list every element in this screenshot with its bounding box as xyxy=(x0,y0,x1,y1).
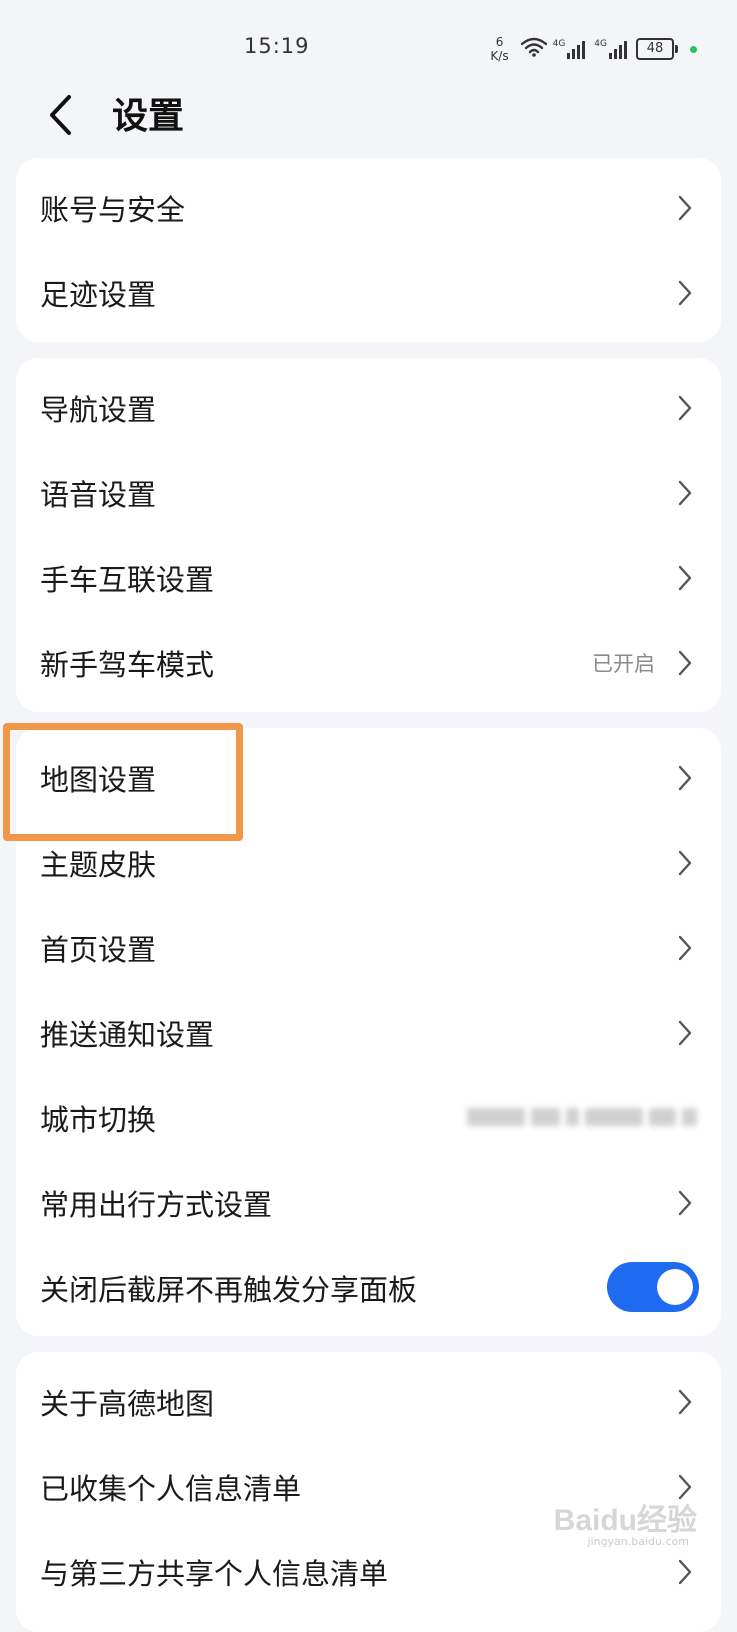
wifi-icon xyxy=(520,37,547,61)
cellular-signal-icon: 4G xyxy=(594,39,630,59)
settings-item-label: 已收集个人信息清单 xyxy=(40,1471,302,1506)
settings-item-phone-car-link[interactable]: 手车互联设置 xyxy=(16,535,721,620)
settings-item-label: 关于高德地图 xyxy=(40,1386,215,1421)
settings-group-navigation: 导航设置 语音设置 手车互联设置 新手驾车模式 已开启 xyxy=(16,358,721,712)
chevron-right-icon xyxy=(677,394,693,422)
settings-item-label: 手车互联设置 xyxy=(40,562,215,597)
settings-item-voice[interactable]: 语音设置 xyxy=(16,450,721,535)
page-header: 设置 xyxy=(0,90,737,160)
settings-item-label: 首页设置 xyxy=(40,932,157,967)
screenshot-share-toggle[interactable] xyxy=(607,1262,699,1312)
settings-item-novice-driving[interactable]: 新手驾车模式 已开启 xyxy=(16,620,721,705)
settings-item-account-security[interactable]: 账号与安全 xyxy=(16,165,721,250)
settings-item-city-switch[interactable]: 城市切换 xyxy=(16,1075,721,1160)
status-dot-icon xyxy=(690,45,697,53)
back-button[interactable] xyxy=(38,92,82,142)
settings-item-theme-skin[interactable]: 主题皮肤 xyxy=(16,820,721,905)
cellular-signal-icon: 4G xyxy=(553,39,589,59)
toggle-knob xyxy=(657,1269,693,1305)
settings-item-label: 语音设置 xyxy=(40,477,157,512)
settings-item-status: 已开启 xyxy=(592,651,655,676)
baidu-watermark: Baidu经验 xyxy=(553,1504,697,1537)
settings-item-label: 地图设置 xyxy=(40,762,157,797)
settings-item-label: 足迹设置 xyxy=(40,277,157,312)
chevron-right-icon xyxy=(677,1388,693,1416)
signal-label: 4G xyxy=(594,39,607,49)
settings-group-account: 账号与安全 足迹设置 xyxy=(16,158,721,342)
chevron-right-icon xyxy=(677,194,693,222)
status-bar: 15:19 6 K/s 4G 4G 48 xyxy=(0,0,737,90)
chevron-right-icon xyxy=(677,1558,693,1586)
chevron-right-icon xyxy=(677,479,693,507)
chevron-left-icon xyxy=(47,94,73,140)
net-speed-value: 6 xyxy=(495,35,504,49)
settings-item-label: 关闭后截屏不再触发分享面板 xyxy=(40,1272,418,1307)
chevron-right-icon xyxy=(677,849,693,877)
settings-item-push-notifications[interactable]: 推送通知设置 xyxy=(16,990,721,1075)
net-speed: 6 K/s xyxy=(490,35,508,63)
battery-icon: 48 xyxy=(636,38,678,60)
settings-item-label: 新手驾车模式 xyxy=(40,647,215,682)
status-time: 15:19 xyxy=(244,34,310,58)
chevron-right-icon xyxy=(677,764,693,792)
settings-group-about: 关于高德地图 已收集个人信息清单 与第三方共享个人信息清单 xyxy=(16,1352,721,1632)
settings-item-travel-mode[interactable]: 常用出行方式设置 xyxy=(16,1160,721,1245)
chevron-right-icon xyxy=(677,564,693,592)
status-icons: 6 K/s 4G 4G 48 xyxy=(490,34,697,64)
blurred-city-value xyxy=(467,1103,697,1131)
settings-item-label: 账号与安全 xyxy=(40,192,186,227)
chevron-right-icon xyxy=(677,279,693,307)
settings-item-label: 推送通知设置 xyxy=(40,1017,215,1052)
settings-item-label: 城市切换 xyxy=(40,1102,157,1137)
settings-item-about[interactable]: 关于高德地图 xyxy=(16,1359,721,1444)
chevron-right-icon xyxy=(677,649,693,677)
settings-item-homepage[interactable]: 首页设置 xyxy=(16,905,721,990)
settings-item-label: 常用出行方式设置 xyxy=(40,1187,273,1222)
baidu-watermark-url: jingyan.baidu.com xyxy=(587,1535,689,1548)
settings-item-label: 导航设置 xyxy=(40,392,157,427)
signal-label: 4G xyxy=(552,39,566,49)
settings-group-map: 地图设置 主题皮肤 首页设置 推送通知设置 城市切换 常用出行方式设置 关闭后截… xyxy=(16,728,721,1336)
chevron-right-icon xyxy=(677,934,693,962)
settings-item-label: 主题皮肤 xyxy=(40,847,157,882)
chevron-right-icon xyxy=(677,1189,693,1217)
settings-item-navigation[interactable]: 导航设置 xyxy=(16,365,721,450)
chevron-right-icon xyxy=(677,1019,693,1047)
settings-item-footprint[interactable]: 足迹设置 xyxy=(16,250,721,335)
page-title: 设置 xyxy=(112,96,185,137)
settings-item-map[interactable]: 地图设置 xyxy=(16,735,721,820)
settings-item-screenshot-share: 关闭后截屏不再触发分享面板 xyxy=(16,1245,721,1330)
settings-item-label: 与第三方共享个人信息清单 xyxy=(40,1556,389,1591)
net-speed-unit: K/s xyxy=(490,49,509,63)
